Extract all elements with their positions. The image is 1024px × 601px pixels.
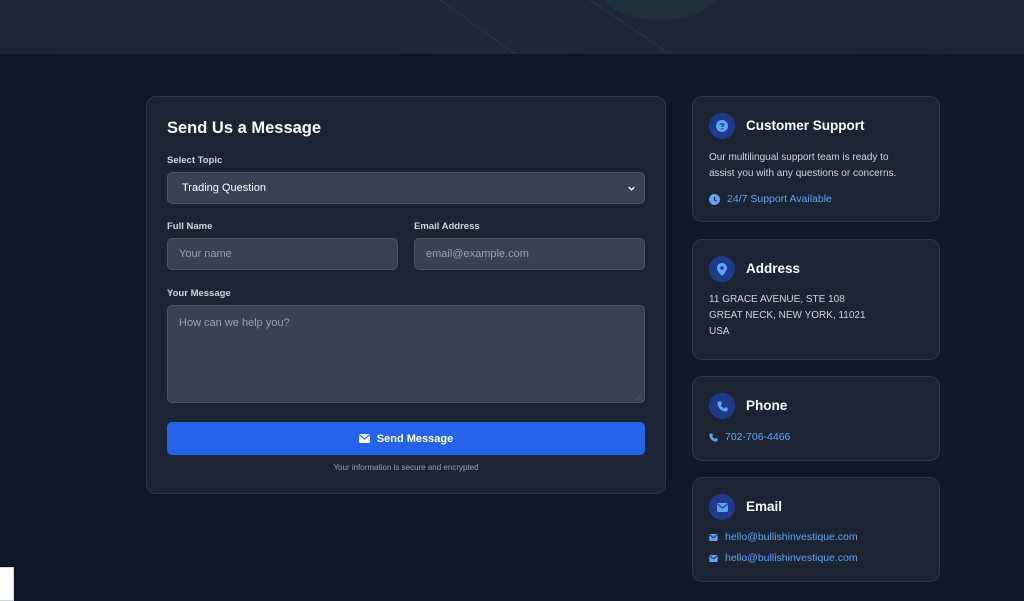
email-placeholder: email@example.com <box>426 248 529 260</box>
address-card: Address 11 GRACE AVENUE, STE 108 GREAT N… <box>692 239 940 360</box>
send-message-button[interactable]: Send Message <box>167 422 645 455</box>
support-title: Customer Support <box>746 118 865 133</box>
message-label: Your Message <box>167 288 231 299</box>
envelope-icon <box>709 533 718 541</box>
email-input[interactable]: email@example.com <box>414 238 645 270</box>
message-placeholder: How can we help you? <box>179 317 290 329</box>
topic-select[interactable]: Trading Question <box>167 172 645 204</box>
email-link[interactable]: hello@bullishinvestique.com <box>709 552 858 564</box>
email-title: Email <box>746 499 783 514</box>
phone-number: 702-706-4466 <box>725 431 791 443</box>
phone-link[interactable]: 702-706-4466 <box>709 431 790 443</box>
support-description-line: Our multilingual support team is ready t… <box>709 152 889 163</box>
address-text: 11 GRACE AVENUE, STE 108 GREAT NECK, NEW… <box>709 292 866 340</box>
email-label: Email Address <box>414 221 480 232</box>
support-description-line: assist you with any questions or concern… <box>709 168 897 179</box>
envelope-icon <box>716 502 728 512</box>
envelope-icon <box>709 554 718 562</box>
name-placeholder: Your name <box>179 248 232 260</box>
corner-widget[interactable] <box>0 567 14 601</box>
hero-decoration <box>439 0 717 54</box>
phone-icon-circle <box>709 393 735 419</box>
chevron-down-icon <box>628 186 635 191</box>
name-label: Full Name <box>167 221 213 232</box>
email-address: hello@bullishinvestique.com <box>725 552 858 564</box>
email-address: hello@bullishinvestique.com <box>725 531 858 543</box>
phone-icon <box>716 400 728 412</box>
phone-icon <box>709 432 718 442</box>
form-title: Send Us a Message <box>167 119 322 137</box>
question-icon-circle <box>709 113 735 139</box>
location-icon-circle <box>709 256 735 282</box>
name-input[interactable]: Your name <box>167 238 398 270</box>
email-card: Email hello@bullishinvestique.com hello@… <box>692 477 940 582</box>
customer-support-card: Customer Support Our multilingual suppor… <box>692 96 940 222</box>
message-textarea[interactable]: How can we help you? <box>167 305 645 403</box>
topic-label: Select Topic <box>167 155 223 166</box>
secure-note: Your information is secure and encrypted <box>333 463 479 472</box>
address-line: 11 GRACE AVENUE, STE 108 <box>709 294 845 305</box>
envelope-icon <box>358 434 370 443</box>
resize-handle-icon[interactable] <box>635 393 642 400</box>
hero-banner-strip <box>0 0 1024 54</box>
email-link[interactable]: hello@bullishinvestique.com <box>709 531 858 543</box>
address-line: GREAT NECK, NEW YORK, 11021 <box>709 310 866 321</box>
phone-title: Phone <box>746 398 788 413</box>
clock-icon <box>709 193 720 205</box>
map-pin-icon <box>717 262 727 276</box>
support-description: Our multilingual support team is ready t… <box>709 150 896 182</box>
question-icon <box>716 120 728 132</box>
address-title: Address <box>746 261 801 276</box>
send-message-label: Send Message <box>376 432 454 445</box>
support-availability: 24/7 Support Available <box>709 193 832 205</box>
phone-card: Phone 702-706-4466 <box>692 376 940 461</box>
support-availability-text: 24/7 Support Available <box>727 193 832 205</box>
address-line: USA <box>709 326 730 337</box>
envelope-icon-circle <box>709 494 735 520</box>
topic-select-value: Trading Question <box>182 182 266 194</box>
